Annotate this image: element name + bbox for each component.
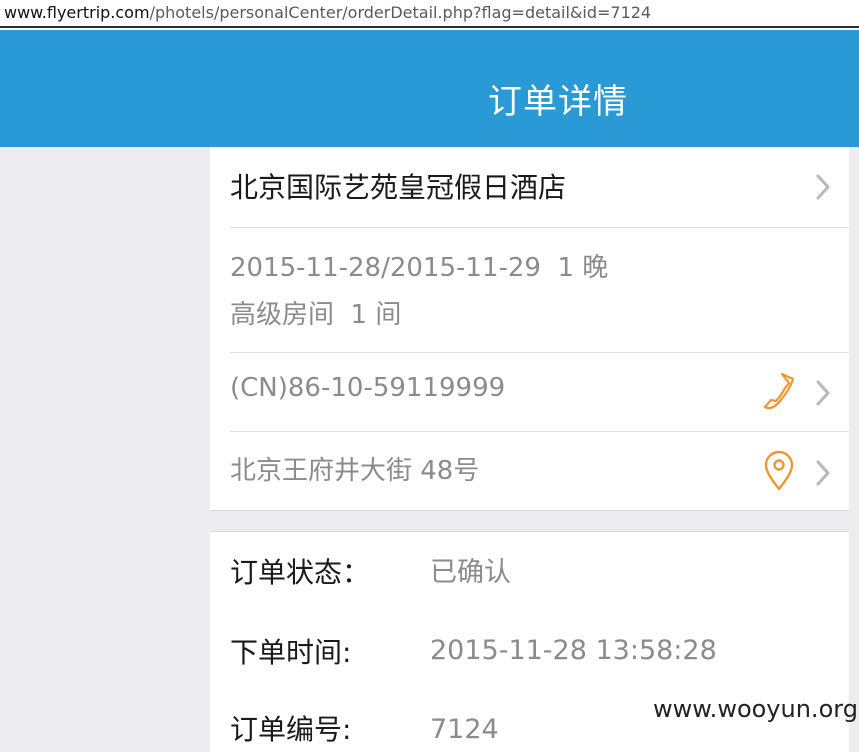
address-row[interactable]: 北京王府井大街 48号 bbox=[210, 432, 849, 510]
stay-dates: 2015-11-28/2015-11-29 bbox=[230, 253, 541, 283]
chevron-right-icon bbox=[816, 380, 830, 406]
hotel-name: 北京国际艺苑皇冠假日酒店 bbox=[230, 171, 567, 204]
app-header: 订单详情 bbox=[0, 30, 859, 147]
chevron-right-icon bbox=[816, 174, 830, 200]
watermark: www.wooyun.org bbox=[653, 695, 858, 723]
location-pin-icon[interactable] bbox=[762, 450, 796, 492]
divider bbox=[230, 227, 849, 228]
page-title: 订单详情 bbox=[488, 82, 628, 122]
hotel-name-row[interactable]: 北京国际艺苑皇冠假日酒店 bbox=[210, 147, 849, 227]
stay-dates-line: 2015-11-28/2015-11-29 1 晚 bbox=[230, 251, 608, 285]
phone-row[interactable]: (CN)86-10-59119999 bbox=[210, 353, 849, 431]
order-time-label: 下单时间: bbox=[230, 636, 352, 669]
hotel-address: 北京王府井大街 48号 bbox=[230, 456, 480, 486]
order-status-value: 已确认 bbox=[430, 557, 511, 588]
hotel-phone: (CN)86-10-59119999 bbox=[230, 373, 506, 403]
url-domain: www.flyertrip.com bbox=[4, 3, 150, 22]
stay-nights: 1 晚 bbox=[557, 253, 609, 283]
phone-icon[interactable] bbox=[762, 371, 798, 411]
order-time-value: 2015-11-28 13:58:28 bbox=[430, 635, 717, 666]
room-info-line: 高级房间 1 间 bbox=[230, 298, 401, 332]
chevron-right-icon bbox=[816, 460, 830, 486]
room-count: 1 间 bbox=[350, 300, 402, 330]
hotel-info-card: 北京国际艺苑皇冠假日酒店 2015-11-28/2015-11-29 1 晚 高… bbox=[210, 147, 849, 511]
url-path: /photels/personalCenter/orderDetail.php?… bbox=[149, 3, 652, 22]
order-number-label: 订单编号: bbox=[230, 713, 352, 746]
order-status-label: 订单状态： bbox=[230, 556, 371, 589]
address-bar[interactable]: www.flyertrip.com/photels/personalCenter… bbox=[0, 0, 859, 26]
room-type: 高级房间 bbox=[230, 300, 335, 330]
order-number-value: 7124 bbox=[430, 714, 499, 745]
